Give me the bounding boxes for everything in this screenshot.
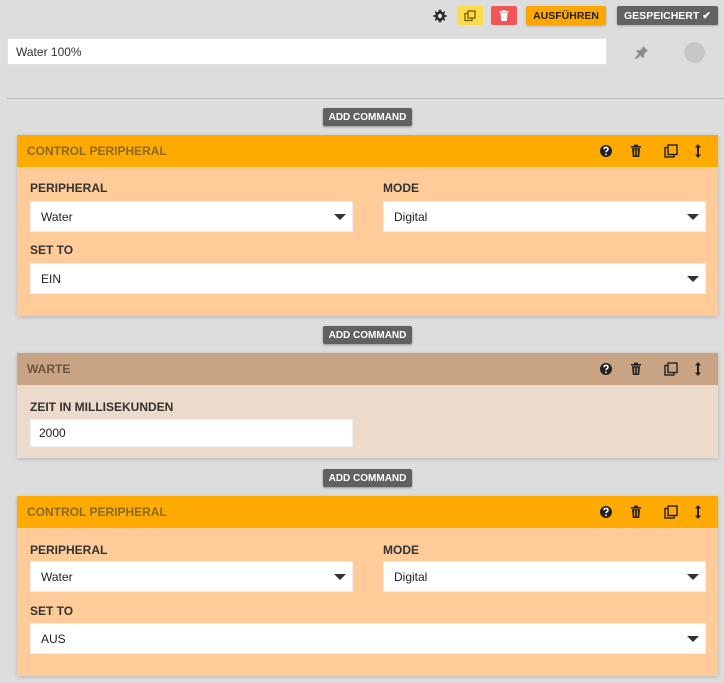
time-value: 2000 [39, 426, 66, 440]
mode-select[interactable]: Digital [383, 561, 706, 592]
peripheral-value: Water [41, 209, 73, 224]
command-header: WARTE [17, 353, 718, 385]
command-body: PERIPHERAL Water MODE Digital SET TO AUS [17, 528, 718, 676]
command-title: CONTROL PERIPHERAL [27, 144, 167, 158]
pin-icon[interactable] [634, 44, 650, 60]
duplicate-icon[interactable] [664, 362, 678, 376]
mode-value: Digital [394, 209, 428, 224]
command-card-control-peripheral: CONTROL PERIPHERAL PERIPHERAL Water MODE… [17, 135, 718, 316]
peripheral-label: PERIPHERAL [30, 181, 108, 195]
command-header: CONTROL PERIPHERAL [17, 496, 718, 528]
chevron-down-icon [334, 214, 346, 220]
chevron-down-icon [687, 276, 699, 282]
delete-sequence-button[interactable] [491, 6, 518, 25]
command-card-wait: WARTE ZEIT IN MILLISEKUNDEN 2000 [17, 353, 718, 458]
set-to-select[interactable]: AUS [30, 623, 706, 654]
command-title: WARTE [27, 362, 71, 376]
peripheral-select[interactable]: Water [30, 561, 353, 592]
help-icon[interactable] [599, 144, 613, 158]
set-to-select[interactable]: EIN [30, 263, 706, 294]
trash-icon [499, 10, 509, 21]
move-icon[interactable] [691, 505, 705, 519]
chevron-down-icon [334, 574, 346, 580]
header-divider [7, 98, 724, 99]
add-command-button[interactable]: ADD COMMAND [323, 108, 412, 126]
duplicate-icon[interactable] [664, 144, 678, 158]
move-icon[interactable] [691, 362, 705, 376]
trash-icon[interactable] [629, 144, 643, 158]
help-icon[interactable] [599, 505, 613, 519]
set-to-value: EIN [41, 271, 62, 286]
command-card-control-peripheral: CONTROL PERIPHERAL PERIPHERAL Water MODE… [17, 496, 718, 676]
mode-select[interactable]: Digital [383, 201, 706, 232]
move-icon[interactable] [691, 144, 705, 158]
time-input[interactable]: 2000 [30, 419, 353, 447]
peripheral-select[interactable]: Water [30, 201, 353, 232]
set-to-label: SET TO [30, 243, 74, 257]
command-body: ZEIT IN MILLISEKUNDEN 2000 [17, 385, 718, 458]
set-to-value: AUS [41, 631, 66, 646]
help-icon[interactable] [599, 362, 613, 376]
time-label: ZEIT IN MILLISEKUNDEN [30, 400, 174, 414]
top-toolbar: AUSFÜHREN GESPEICHERT ✔ [431, 6, 718, 25]
command-body: PERIPHERAL Water MODE Digital SET TO EIN [17, 167, 718, 316]
set-to-label: SET TO [30, 604, 74, 618]
duplicate-icon[interactable] [664, 505, 678, 519]
chevron-down-icon [687, 636, 699, 642]
sequence-color-indicator[interactable] [684, 42, 705, 63]
command-header: CONTROL PERIPHERAL [17, 135, 718, 167]
mode-value: Digital [394, 569, 428, 584]
sequence-name-input[interactable] [7, 38, 607, 65]
run-button[interactable]: AUSFÜHREN [526, 6, 607, 25]
chevron-down-icon [687, 574, 699, 580]
add-command-button[interactable]: ADD COMMAND [323, 469, 412, 487]
trash-icon[interactable] [629, 362, 643, 376]
chevron-down-icon [687, 214, 699, 220]
command-title: CONTROL PERIPHERAL [27, 505, 167, 519]
saved-status-button[interactable]: GESPEICHERT ✔ [617, 6, 718, 25]
mode-label: MODE [383, 181, 419, 195]
mode-label: MODE [383, 543, 419, 557]
copy-sequence-button[interactable] [457, 6, 484, 25]
peripheral-label: PERIPHERAL [30, 543, 108, 557]
gear-icon[interactable] [431, 6, 449, 25]
copy-icon [464, 9, 476, 21]
peripheral-value: Water [41, 569, 73, 584]
add-command-button[interactable]: ADD COMMAND [323, 326, 412, 344]
trash-icon[interactable] [629, 505, 643, 519]
